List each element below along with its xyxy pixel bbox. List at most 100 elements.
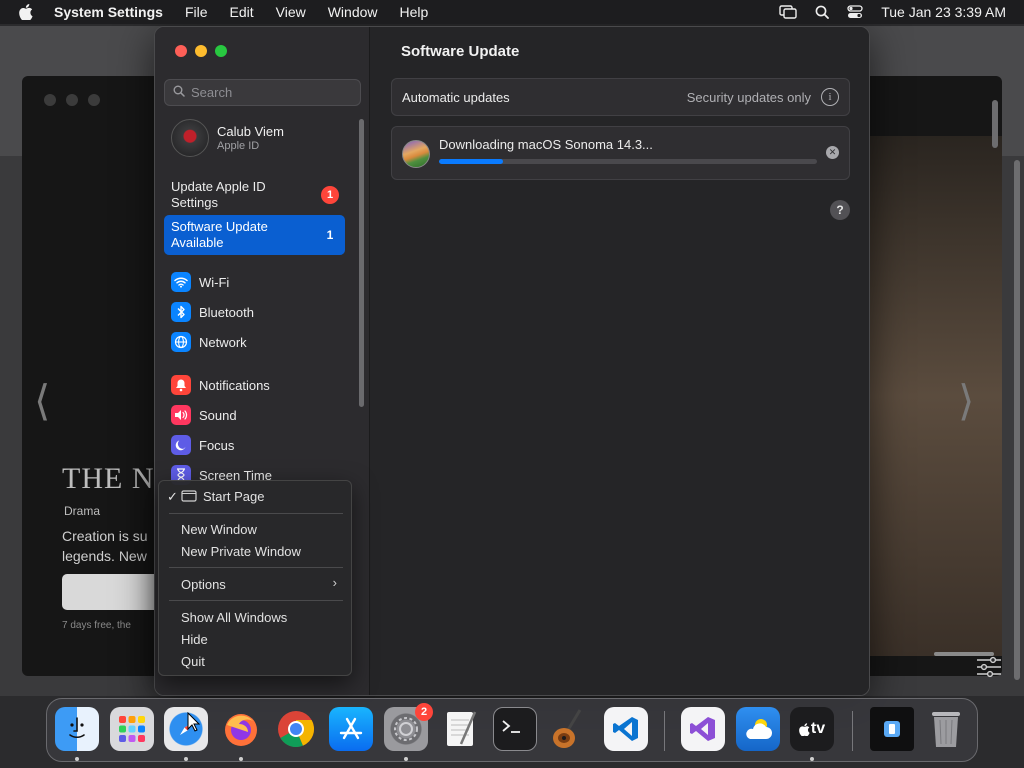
dock-safari-icon[interactable] <box>164 707 208 751</box>
dock-firefox-icon[interactable] <box>219 707 263 751</box>
menu-item-options[interactable]: Options <box>181 575 226 593</box>
running-indicator <box>810 757 814 761</box>
dock-vscode-icon[interactable] <box>604 707 648 751</box>
download-progress-bar <box>439 159 817 164</box>
running-indicator <box>404 757 408 761</box>
bluetooth-icon <box>171 302 191 322</box>
hero-description-line1: Creation is su <box>62 528 148 544</box>
sidebar-item-label: Sound <box>199 407 237 423</box>
chevron-right-icon: › <box>332 575 337 590</box>
menu-view[interactable]: View <box>276 4 306 20</box>
menu-item-new-window[interactable]: New Window <box>181 520 257 538</box>
sidebar-item-focus[interactable]: Focus <box>171 435 234 455</box>
automatic-updates-label: Automatic updates <box>402 89 510 105</box>
page-title: Software Update <box>401 43 520 60</box>
dock-trash-icon[interactable] <box>924 707 968 751</box>
sidebar-item-notifications[interactable]: Notifications <box>171 375 270 395</box>
notification-badge: 1 <box>321 186 339 204</box>
browser-window-controls <box>44 94 100 106</box>
sliders-icon[interactable] <box>976 656 1002 683</box>
running-indicator <box>75 757 79 761</box>
cancel-download-icon[interactable]: ✕ <box>826 146 839 159</box>
sidebar-item-label: Wi-Fi <box>199 274 230 290</box>
sidebar-item-software-update[interactable]: Software Update Available 1 <box>164 215 345 255</box>
help-button[interactable]: ? <box>830 200 850 220</box>
dock-garageband-icon[interactable] <box>548 707 592 751</box>
sidebar-item-network[interactable]: Network <box>171 332 247 352</box>
dock-app-store-icon[interactable] <box>329 707 373 751</box>
avatar <box>171 119 209 157</box>
search-field[interactable] <box>164 79 361 106</box>
apple-id-account[interactable]: Calub Viem Apple ID <box>171 119 284 157</box>
sidebar-item-label: Network <box>199 334 247 350</box>
menu-help[interactable]: Help <box>400 4 429 20</box>
dock-finder-icon[interactable] <box>55 707 99 751</box>
hero-title: THE N <box>62 462 155 495</box>
sidebar-item-label: Bluetooth <box>199 304 254 320</box>
notice-line1: Software Update <box>171 219 268 234</box>
account-subtitle: Apple ID <box>217 140 260 152</box>
notice-line1: Update Apple ID <box>171 179 266 194</box>
sidebar-item-update-apple-id[interactable]: Update Apple ID Settings 1 <box>164 179 345 211</box>
moon-icon <box>171 435 191 455</box>
sidebar-item-wifi[interactable]: Wi-Fi <box>171 272 229 292</box>
spotlight-search-icon[interactable] <box>815 5 830 19</box>
minimize-button[interactable] <box>195 45 207 57</box>
menu-item-label: Start Page <box>203 488 265 504</box>
sidebar-item-sound[interactable]: Sound <box>171 405 237 425</box>
browser-inner-scrollbar[interactable] <box>992 100 998 148</box>
dock-textedit-icon[interactable] <box>439 707 483 751</box>
automatic-updates-value: Security updates only <box>686 89 811 105</box>
control-center-icon[interactable] <box>847 5 863 19</box>
hero-description-line2: legends. New <box>62 548 147 564</box>
close-button[interactable] <box>175 45 187 57</box>
menu-file[interactable]: File <box>185 4 208 20</box>
window-icon <box>181 490 197 502</box>
dock-weather-icon[interactable] <box>736 707 780 751</box>
apple-tv-label: tv <box>810 720 826 737</box>
sidebar-item-label: Focus <box>199 437 235 453</box>
dock-visual-studio-icon[interactable] <box>681 707 725 751</box>
mouse-cursor-icon <box>187 711 201 737</box>
menu-separator <box>169 567 343 568</box>
hero-fine-print: 7 days free, the <box>62 620 131 631</box>
hero-description: Creation is su legends. New <box>62 526 148 566</box>
running-indicator <box>184 757 188 761</box>
menu-app-name[interactable]: System Settings <box>54 4 163 20</box>
sidebar-item-bluetooth[interactable]: Bluetooth <box>171 302 254 322</box>
dock-downloads-stack-icon[interactable] <box>870 707 914 751</box>
info-icon[interactable]: i <box>821 88 839 106</box>
screen-mirroring-icon[interactable] <box>779 5 797 19</box>
window-controls <box>175 45 227 57</box>
checkmark-icon: ✓ <box>167 489 178 504</box>
dock-apple-tv-icon[interactable]: tv <box>790 707 834 751</box>
automatic-updates-row: Automatic updates Security updates only … <box>391 78 850 116</box>
menu-edit[interactable]: Edit <box>230 4 254 20</box>
dock-separator <box>664 711 665 751</box>
browser-scrollbar[interactable] <box>1014 160 1020 680</box>
menu-clock[interactable]: Tue Jan 23 3:39 AM <box>881 4 1006 20</box>
dock-launchpad-icon[interactable] <box>110 707 154 751</box>
menu-item-start-page[interactable]: Start Page <box>181 487 264 505</box>
sidebar-scrollbar[interactable] <box>359 119 364 407</box>
carousel-next-icon[interactable]: ⟩ <box>958 376 974 425</box>
dock-terminal-icon[interactable] <box>493 707 537 751</box>
menu-item-show-all-windows[interactable]: Show All Windows <box>181 608 287 626</box>
dock-chrome-icon[interactable] <box>274 707 318 751</box>
wifi-icon <box>171 272 191 292</box>
carousel-prev-icon[interactable]: ⟨ <box>34 376 50 425</box>
menu-item-new-private-window[interactable]: New Private Window <box>181 542 301 560</box>
search-input[interactable] <box>191 85 351 100</box>
account-name: Calub Viem <box>217 124 284 139</box>
speaker-icon <box>171 405 191 425</box>
notice-line2: Settings <box>171 195 218 210</box>
macos-sonoma-icon <box>402 140 430 168</box>
menu-item-quit[interactable]: Quit <box>181 652 205 670</box>
download-status-text: Downloading macOS Sonoma 14.3... <box>439 137 653 152</box>
apple-menu-icon[interactable] <box>19 4 35 20</box>
menu-item-hide[interactable]: Hide <box>181 630 208 648</box>
notification-badge: 1 <box>326 228 334 242</box>
menu-window[interactable]: Window <box>328 4 378 20</box>
dock: 2 tv <box>46 698 978 762</box>
zoom-button[interactable] <box>215 45 227 57</box>
